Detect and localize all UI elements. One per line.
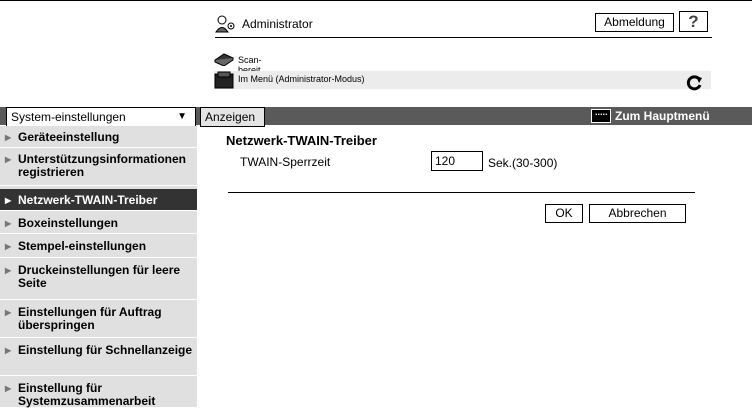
header-top-border [0,0,752,1]
menu-status: Im Menü (Administrator-Modus) [214,71,711,89]
sidebar-item-label: Unterstützungsinformationen registrieren [18,152,186,179]
help-button[interactable]: ? [679,11,708,32]
triangle-icon: ▶ [5,219,12,228]
sidebar-item-stempel[interactable]: ▶ Stempel-einstellungen [0,234,197,258]
scanner-icon [214,53,234,66]
sidebar-item-boxeinstellungen[interactable]: ▶ Boxeinstellungen [0,212,197,234]
sidebar-item-auftrag-ueberspringen[interactable]: ▶ Einstellungen für Auftrag überspringen [0,300,197,338]
triangle-icon: ▶ [5,308,12,317]
twain-lock-time-unit: Sek.(30-300) [488,156,558,170]
triangle-icon: ▶ [5,196,12,205]
sidebar: ▶ Geräteeinstellung ▶ Unterstützungsinfo… [0,126,197,414]
ok-button[interactable]: OK [545,204,583,223]
printer-icon [214,71,234,89]
chevron-down-icon: ▼ [177,111,187,122]
category-select-value: System-einstellungen [11,110,126,124]
page-title: Netzwerk-TWAIN-Treiber [226,133,377,148]
main-menu-icon [591,107,611,123]
triangle-icon: ▶ [5,242,12,251]
sidebar-item-systemzusammenarbeit[interactable]: ▶ Einstellung für Systemzusammenarbeit [0,376,197,414]
sidebar-item-label: Geräteeinstellung [18,130,120,144]
main-menu-label: Zum Hauptmenü [615,109,710,123]
sidebar-item-label: Stempel-einstellungen [18,239,147,253]
sidebar-item-label: Einstellungen für Auftrag überspringen [18,305,162,332]
triangle-icon: ▶ [5,155,12,164]
sidebar-item-label: Einstellung für Schnellanzeige [18,343,193,357]
cancel-button[interactable]: Abbrechen [589,204,686,223]
divider [228,192,695,193]
sidebar-item-druckeinstellungen[interactable]: ▶ Druckeinstellungen für leere Seite [0,258,197,300]
triangle-icon: ▶ [5,346,12,355]
show-button[interactable]: Anzeigen [200,107,265,127]
sidebar-item-unterstuetzungsinformationen[interactable]: ▶ Unterstützungsinformationen registrier… [0,148,197,186]
menu-status-text: Im Menü (Administrator-Modus) [238,74,365,84]
sidebar-item-netzwerk-twain[interactable]: ▶ Netzwerk-TWAIN-Treiber [0,189,197,211]
sidebar-item-label: Einstellung für Systemzusammenarbeit [18,381,156,408]
twain-lock-time-input[interactable] [431,151,483,171]
sidebar-item-schnellanzeige[interactable]: ▶ Einstellung für Schnellanzeige [0,338,197,376]
triangle-icon: ▶ [5,133,12,142]
triangle-icon: ▶ [5,266,12,275]
logout-button[interactable]: Abmeldung [595,13,674,32]
sidebar-item-label: Netzwerk-TWAIN-Treiber [18,193,158,207]
refresh-icon[interactable] [684,73,704,93]
triangle-icon: ▶ [5,384,12,393]
sidebar-item-label: Boxeinstellungen [18,216,119,230]
sidebar-item-label: Druckeinstellungen für leere Seite [18,263,181,290]
administrator-icon [215,15,235,33]
sidebar-item-geraeteeinstellung[interactable]: ▶ Geräteeinstellung [0,128,197,148]
category-select[interactable]: System-einstellungen ▼ [6,107,196,127]
twain-lock-time-label: TWAIN-Sperrzeit [240,155,331,169]
administrator-label: Administrator [242,17,313,31]
